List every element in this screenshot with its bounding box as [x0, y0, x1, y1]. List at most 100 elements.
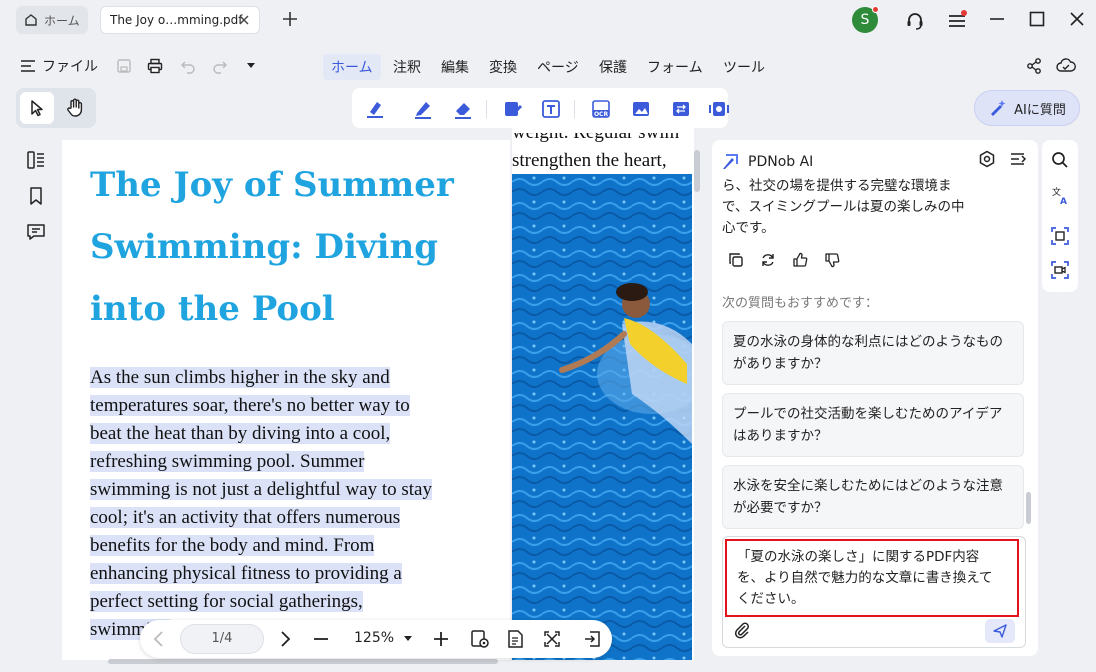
menu-lines-icon	[21, 60, 35, 72]
suggestion-line: はありますか？	[733, 428, 828, 444]
user-avatar[interactable]: S	[852, 6, 879, 33]
zoom-out-icon[interactable]	[312, 629, 330, 649]
menu-protect[interactable]: 保護	[591, 54, 635, 80]
zoom-dropdown-icon[interactable]	[404, 636, 412, 642]
menu-convert[interactable]: 変換	[481, 54, 525, 80]
menu-tools[interactable]: ツール	[715, 54, 773, 80]
search-icon[interactable]	[1050, 150, 1070, 170]
hamburger-menu-icon[interactable]	[946, 10, 968, 32]
zoom-in-icon[interactable]	[432, 629, 450, 649]
undo-icon[interactable]	[180, 58, 196, 74]
regenerate-icon[interactable]	[760, 252, 776, 268]
answer-actions	[728, 252, 856, 268]
thumbs-up-icon[interactable]	[792, 252, 808, 268]
menu-bar: ファイル ホーム 注釈 編集 変換 ページ 保護 フォーム ツール	[0, 48, 1096, 84]
menu-page[interactable]: ページ	[529, 54, 587, 80]
send-button[interactable]	[985, 619, 1015, 643]
tab-home[interactable]: ホーム	[16, 6, 88, 34]
previous-page-icon[interactable]	[152, 629, 166, 649]
next-page-icon[interactable]	[278, 629, 292, 649]
fit-page-icon[interactable]	[542, 629, 562, 649]
page-number-input[interactable]: 1/4	[180, 624, 264, 654]
body-line: swimming is not just a delightful way to…	[90, 479, 432, 500]
comments-icon[interactable]	[26, 222, 46, 242]
exit-fullscreen-icon[interactable]	[582, 629, 602, 649]
file-menu[interactable]: ファイル	[20, 56, 98, 76]
tab-document[interactable]: The Joy o…mming.pdf	[100, 6, 260, 34]
answer-line: 心です。	[722, 220, 775, 236]
edit-text-icon[interactable]	[502, 98, 524, 120]
left-sidebar	[18, 140, 54, 260]
suggestion-card[interactable]: 水泳を安全に楽しむためにはどのような注意 が必要ですか？	[722, 465, 1024, 529]
hand-tool-button[interactable]	[58, 92, 92, 124]
thumbs-down-icon[interactable]	[824, 252, 840, 268]
compare-icon[interactable]	[670, 98, 692, 120]
suggestions-label: 次の質問もおすすめです：	[722, 296, 879, 311]
share-icon[interactable]	[1026, 57, 1042, 75]
suggestion-card[interactable]: プールでの社交活動を楽しむためのアイデア はありますか？	[722, 393, 1024, 457]
minimize-icon[interactable]	[988, 10, 1006, 28]
close-window-icon[interactable]	[1068, 10, 1086, 28]
ai-panel-title: PDNob AI	[748, 154, 814, 170]
document-horizontal-scrollbar[interactable]	[108, 659, 498, 664]
zoom-level[interactable]: 125%	[354, 630, 394, 646]
ocr-icon[interactable]: OCR	[590, 98, 612, 120]
cursor-tools	[16, 88, 96, 128]
right-column-line: weight. Regular swim	[512, 122, 680, 143]
ai-panel-header: PDNob AI	[722, 150, 1032, 174]
body-line: As the sun climbs higher in the sky and	[90, 367, 390, 388]
suggestion-card[interactable]: 夏の水泳の身体的な利点にはどのようなもの がありますか？	[722, 321, 1024, 385]
svg-text:OCR: OCR	[594, 111, 609, 118]
suggestion-line: が必要ですか？	[733, 500, 828, 516]
document-body[interactable]: As the sun climbs higher in the sky and …	[90, 364, 490, 644]
bookmark-icon[interactable]	[26, 186, 46, 206]
support-headset-icon[interactable]	[904, 10, 926, 32]
highlighter-icon[interactable]	[364, 98, 386, 120]
menu-edit[interactable]: 編集	[433, 54, 477, 80]
add-tab-icon[interactable]	[280, 9, 300, 29]
pen-icon[interactable]	[412, 98, 434, 120]
media-icon[interactable]	[708, 98, 730, 120]
screen-record-icon[interactable]	[1050, 260, 1070, 280]
eraser-icon[interactable]	[452, 98, 474, 120]
toolbar-divider	[574, 100, 575, 118]
settings-icon[interactable]	[978, 150, 996, 168]
menu-home[interactable]: ホーム	[323, 54, 381, 80]
print-icon[interactable]	[147, 58, 163, 74]
ai-message-input[interactable]: 「夏の水泳の楽しさ」に関するPDF内容 を、より自然で魅力的な文章に書き換えて …	[722, 536, 1026, 648]
document-vertical-scrollbar[interactable]	[694, 150, 700, 192]
suggestion-line: プールでの社交活動を楽しむためのアイデア	[733, 406, 1003, 422]
panel-scrollbar[interactable]	[1026, 492, 1031, 524]
menu-form[interactable]: フォーム	[639, 54, 711, 80]
notification-dot	[872, 6, 879, 13]
text-box-icon[interactable]	[540, 98, 562, 120]
close-tab-icon[interactable]	[237, 13, 251, 27]
suggestion-line: 水泳を安全に楽しむためにはどのような注意	[733, 478, 1003, 494]
save-icon[interactable]	[116, 58, 132, 74]
cloud-sync-icon[interactable]	[1056, 57, 1076, 75]
screenshot-icon[interactable]	[1050, 226, 1070, 246]
right-sidebar: 文A	[1042, 140, 1078, 292]
image-icon[interactable]	[630, 98, 652, 120]
pdnob-logo-icon	[723, 154, 738, 169]
maximize-icon[interactable]	[1028, 10, 1046, 28]
tab-home-label: ホーム	[44, 13, 80, 28]
thumbnails-icon[interactable]	[26, 150, 46, 170]
menu-annotate[interactable]: 注釈	[385, 54, 429, 80]
page-layout-icon[interactable]	[506, 629, 526, 649]
translate-icon[interactable]: 文A	[1050, 186, 1070, 206]
read-mode-icon[interactable]	[470, 629, 490, 649]
ai-ask-button[interactable]: AIに質問	[974, 90, 1080, 126]
attach-icon[interactable]	[733, 621, 751, 639]
answer-line: ら、社交の場を提供する完璧な環境ま	[722, 178, 952, 194]
quick-access-dropdown-icon[interactable]	[246, 62, 256, 70]
select-tool-button[interactable]	[20, 92, 54, 124]
body-line: benefits for the body and mind. From	[90, 535, 375, 556]
collapse-panel-icon[interactable]	[1010, 151, 1028, 167]
send-icon	[993, 624, 1007, 638]
redo-icon[interactable]	[212, 58, 228, 74]
document-right-column: weight. Regular swim strengthen the hear…	[512, 120, 694, 660]
copy-icon[interactable]	[728, 252, 744, 268]
document-title: The Joy of Summer Swimming: Diving into …	[90, 165, 454, 329]
ai-input-text[interactable]: 「夏の水泳の楽しさ」に関するPDF内容 を、より自然で魅力的な文章に書き換えて …	[725, 539, 1019, 617]
